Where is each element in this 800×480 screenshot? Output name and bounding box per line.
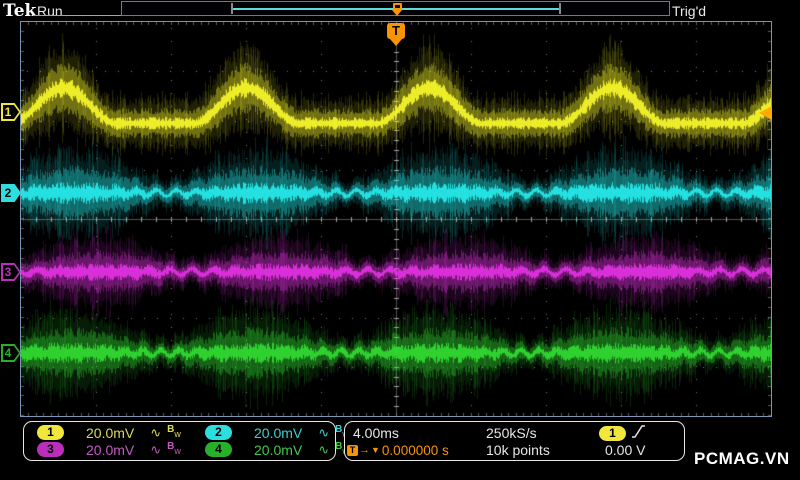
channel1-badge: 1 xyxy=(37,425,64,440)
trigger-status: Trig'd xyxy=(672,3,706,19)
delay-pointer-icon: ▼ xyxy=(371,445,380,455)
channel2-scale: 20.0mV xyxy=(254,425,302,441)
channel3-badge: 3 xyxy=(37,442,64,457)
channel-readout-box: 1 20.0mV ∿ Bw 2 20.0mV ∿ Bw 3 20.0mV ∿ Bw 4… xyxy=(23,421,336,461)
channel2-badge: 2 xyxy=(205,425,232,440)
ac-coupling-icon: ∿ xyxy=(150,425,161,441)
status-underline xyxy=(33,15,121,16)
record-window-bracket-right[interactable] xyxy=(559,3,561,14)
delay-trigger-icon: T xyxy=(347,445,358,456)
horizontal-delay[interactable]: T → ▼ 0.000000 s xyxy=(347,442,486,458)
horizontal-trigger-readout-box: 4.00ms 250kS/s 1 T → ▼ 0.000000 s 10k po… xyxy=(344,421,685,461)
acquisition-status: Run xyxy=(37,3,63,19)
channel3-scale: 20.0mV xyxy=(86,442,134,458)
delay-value: 0.000000 s xyxy=(382,443,449,458)
channel3-position-flag[interactable]: 3 xyxy=(1,263,21,281)
watermark-logo: PCMAG.VN xyxy=(694,449,790,469)
channel2-readout[interactable]: 2 20.0mV ∿Bw xyxy=(205,424,349,441)
trigger-level[interactable]: 0.00 V xyxy=(599,442,680,458)
delay-arrow-icon: → xyxy=(359,444,370,456)
horizontal-scale[interactable]: 4.00ms xyxy=(353,424,486,442)
channel4-scale: 20.0mV xyxy=(254,442,302,458)
channel2-position-flag[interactable]: 2 xyxy=(1,184,21,202)
sample-rate: 250kS/s xyxy=(486,424,599,442)
channel1-scale: 20.0mV xyxy=(86,425,134,441)
trigger-source-badge: 1 xyxy=(599,426,626,441)
record-trigger-marker-icon[interactable] xyxy=(391,3,403,16)
channel1-readout[interactable]: 1 20.0mV ∿ Bw xyxy=(37,424,205,441)
bandwidth-limit-icon: Bw xyxy=(167,441,181,456)
trigger-position-arrow-icon xyxy=(390,39,402,46)
record-length: 10k points xyxy=(486,442,599,458)
ac-coupling-icon: ∿ xyxy=(318,442,329,458)
channel3-readout[interactable]: 3 20.0mV ∿ Bw xyxy=(37,441,205,458)
tek-logo: Tek xyxy=(3,1,36,21)
rising-edge-icon xyxy=(632,424,645,442)
channel4-readout[interactable]: 4 20.0mV ∿Bw xyxy=(205,441,349,458)
ac-coupling-icon: ∿ xyxy=(150,442,161,458)
record-view-bar[interactable] xyxy=(121,1,670,16)
trigger-position-badge[interactable]: T xyxy=(387,23,405,39)
bandwidth-limit-icon: Bw xyxy=(167,424,181,439)
record-window-bracket-left[interactable] xyxy=(231,3,233,14)
oscilloscope-screen: Tek Run Trig'd T 1 2 3 4 1 20.0mV xyxy=(0,0,800,480)
channel4-position-flag[interactable]: 4 xyxy=(1,344,21,362)
trigger-source[interactable]: 1 xyxy=(599,424,680,442)
waveform-display xyxy=(21,22,771,416)
channel4-badge: 4 xyxy=(205,442,232,457)
channel1-position-flag[interactable]: 1 xyxy=(1,103,21,121)
ac-coupling-icon: ∿ xyxy=(318,425,329,441)
